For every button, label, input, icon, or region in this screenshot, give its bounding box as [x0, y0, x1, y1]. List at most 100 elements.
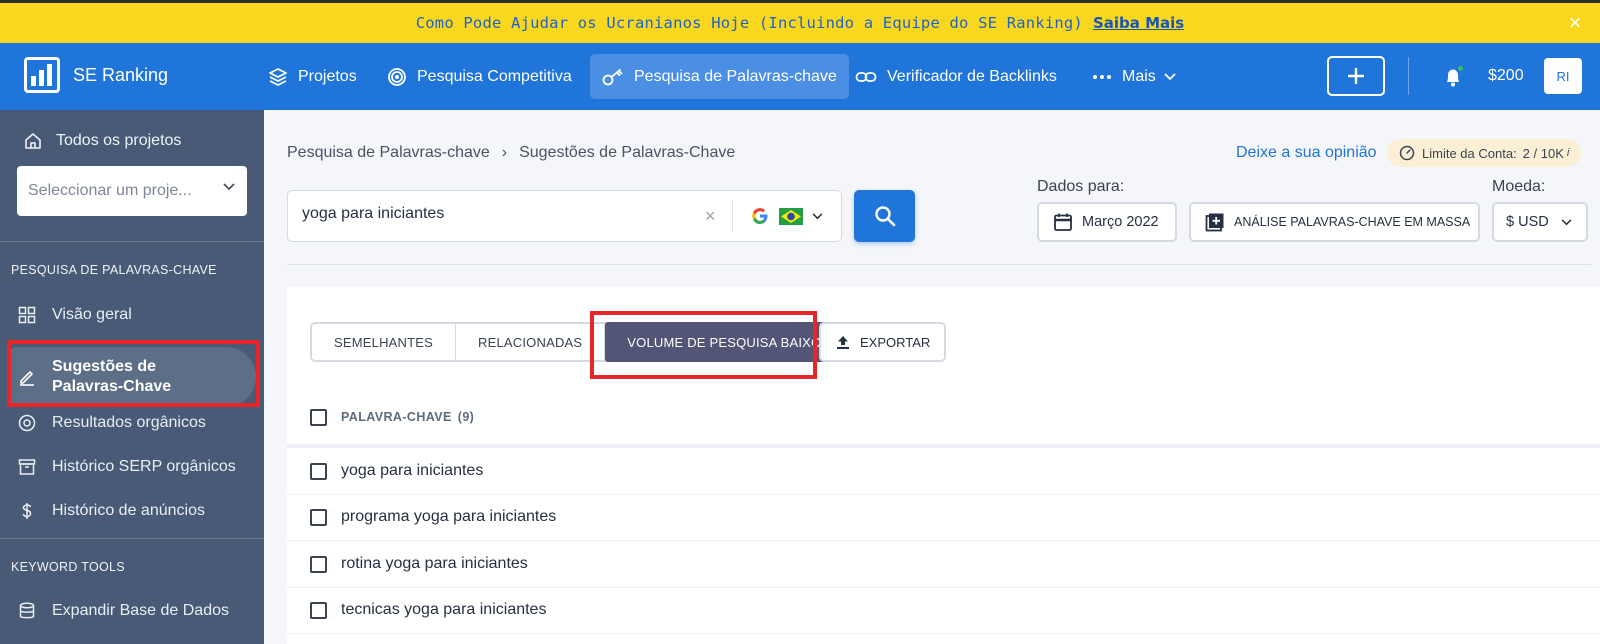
date-value: Março 2022: [1082, 214, 1159, 230]
sidebar-section-title: PESQUISA DE PALAVRAS-CHAVE: [11, 263, 217, 277]
clear-search-icon[interactable]: ×: [705, 206, 716, 227]
table-row: tecnicas yoga para iniciantes: [287, 587, 1600, 634]
circle-target-icon: [18, 414, 36, 432]
link-icon: [855, 71, 877, 82]
row-checkbox[interactable]: [310, 462, 327, 480]
keyword-search-box: ×: [287, 190, 842, 242]
nav-more-label: Mais: [1122, 67, 1156, 85]
select-all-checkbox[interactable]: [310, 408, 327, 426]
grid-icon: [18, 306, 36, 324]
logo-icon: [24, 57, 60, 93]
nav-competitive-research[interactable]: Pesquisa Competitiva: [375, 54, 584, 99]
breadcrumb-current: Sugestões de Palavras-Chave: [519, 144, 736, 161]
banner-text: Como Pode Ajudar os Ucranianos Hoje (Inc…: [415, 14, 1083, 32]
feedback-link[interactable]: Deixe a sua opinião: [1236, 144, 1377, 162]
sidebar-item-keyword-suggestions[interactable]: Sugestões de Palavras-Chave: [10, 347, 256, 407]
date-picker-button[interactable]: Março 2022: [1037, 202, 1177, 242]
table-row: programa yoga para iniciantes: [287, 494, 1600, 541]
target-icon: [388, 67, 406, 86]
sidebar-item-organic-results[interactable]: Resultados orgânicos: [18, 414, 206, 432]
user-avatar[interactable]: RI: [1544, 58, 1582, 94]
currency-value: $ USD: [1506, 214, 1549, 230]
table-row: rotina yoga para iniciantes: [287, 541, 1600, 588]
bulk-analysis-button[interactable]: ANÁLISE PALAVRAS-CHAVE EM MASSA: [1189, 202, 1480, 242]
pencil-icon: [20, 371, 34, 386]
all-projects-link[interactable]: Todos os projetos: [24, 132, 181, 150]
results-tabs: SEMELHANTES RELACIONADAS VOLUME DE PESQU…: [310, 322, 844, 362]
account-limit-badge: Limite da Conta: 2 / 10K i: [1387, 139, 1582, 167]
key-icon: [602, 68, 623, 85]
row-checkbox[interactable]: [310, 601, 327, 619]
database-icon: [19, 602, 35, 619]
account-limit-label: Limite da Conta:: [1422, 145, 1517, 161]
sidebar-item-serp-history[interactable]: Histórico SERP orgânicos: [18, 458, 236, 476]
search-engine-select[interactable]: [751, 207, 823, 225]
results-panel: SEMELHANTES RELACIONADAS VOLUME DE PESQU…: [287, 287, 1600, 644]
nav-backlink-checker-label: Verificador de Backlinks: [887, 67, 1057, 85]
sidebar-item-ads-history[interactable]: Histórico de anúncios: [18, 502, 205, 520]
sidebar-item-label: Resultados orgânicos: [52, 414, 206, 431]
breadcrumb-separator: ›: [501, 144, 508, 161]
sidebar: Todos os projetos Seleccionar um proje..…: [0, 110, 264, 644]
breadcrumb-parent[interactable]: Pesquisa de Palavras-chave: [287, 144, 490, 162]
sidebar-divider: [0, 538, 264, 539]
sidebar-item-label: Visão geral: [52, 306, 132, 323]
export-label: EXPORTAR: [860, 334, 931, 350]
row-checkbox[interactable]: [310, 555, 327, 573]
table-header: PALAVRA-CHAVE (9): [287, 390, 1600, 448]
nav-divider: [1408, 57, 1409, 95]
nav-projects[interactable]: Projetos: [256, 54, 369, 99]
brand-name: SE Ranking: [73, 64, 169, 85]
banner-learn-more-link[interactable]: Saiba Mais: [1093, 14, 1184, 32]
sidebar-item-label: Histórico de anúncios: [52, 502, 205, 519]
more-icon: [1093, 74, 1111, 79]
nav-keyword-research-label: Pesquisa de Palavras-chave: [634, 67, 837, 85]
announcement-banner: Como Pode Ajudar os Ucranianos Hoje (Inc…: [0, 0, 1600, 43]
nav-projects-label: Projetos: [298, 67, 357, 85]
sidebar-item-expand-database[interactable]: Expandir Base de Dados: [18, 602, 229, 620]
tab-low-search-volume[interactable]: VOLUME DE PESQUISA BAIXO: [605, 322, 844, 362]
keyword-text[interactable]: programa yoga para iniciantes: [341, 508, 556, 526]
nav-more[interactable]: Mais: [1080, 54, 1188, 99]
info-icon[interactable]: i: [1567, 147, 1569, 159]
tab-similar[interactable]: SEMELHANTES: [312, 324, 457, 360]
add-button[interactable]: [1327, 56, 1385, 96]
calendar-icon: [1054, 213, 1072, 231]
banner-close-icon[interactable]: ×: [1564, 12, 1586, 34]
keyword-search-input[interactable]: [302, 205, 682, 223]
brand-logo[interactable]: SE Ranking: [24, 57, 168, 93]
layers-icon: [269, 67, 287, 86]
sidebar-item-label: Sugestões de Palavras-Chave: [52, 358, 172, 395]
project-select[interactable]: Seleccionar um proje...: [17, 166, 247, 216]
dollar-icon: [22, 503, 32, 519]
keyword-text[interactable]: tecnicas yoga para iniciantes: [341, 601, 546, 619]
breadcrumb: Pesquisa de Palavras-chave › Sugestões d…: [287, 144, 735, 162]
tab-related[interactable]: RELACIONADAS: [456, 324, 606, 360]
currency-label: Moeda:: [1492, 178, 1546, 195]
date-label: Dados para:: [1037, 178, 1125, 195]
sidebar-item-overview[interactable]: Visão geral: [18, 306, 132, 324]
keyword-text[interactable]: yoga para iniciantes: [341, 462, 483, 480]
nav-keyword-research[interactable]: Pesquisa de Palavras-chave: [590, 54, 849, 99]
main-divider: [287, 264, 1591, 265]
gauge-icon: [1399, 145, 1415, 161]
brazil-flag-icon: [779, 207, 803, 225]
account-balance[interactable]: $200: [1488, 67, 1524, 85]
google-icon: [752, 208, 768, 224]
export-button[interactable]: EXPORTAR: [819, 322, 947, 362]
search-button[interactable]: [854, 190, 915, 242]
add-list-icon: [1205, 213, 1224, 232]
keyword-column-header[interactable]: PALAVRA-CHAVE: [341, 410, 452, 424]
upload-icon: [837, 336, 849, 349]
sidebar-item-label: Histórico SERP orgânicos: [52, 458, 236, 475]
archive-icon: [18, 459, 36, 475]
row-checkbox[interactable]: [310, 508, 327, 526]
currency-select[interactable]: $ USD: [1492, 202, 1588, 242]
nav-backlink-checker[interactable]: Verificador de Backlinks: [843, 54, 1069, 99]
keyword-text[interactable]: rotina yoga para iniciantes: [341, 555, 528, 573]
chevron-down-icon: [1561, 218, 1572, 225]
sidebar-item-label: Expandir Base de Dados: [52, 602, 229, 619]
search-icon: [874, 206, 895, 227]
account-limit-value: 2 / 10K: [1522, 145, 1564, 161]
notifications-bell-icon[interactable]: [1443, 64, 1465, 87]
